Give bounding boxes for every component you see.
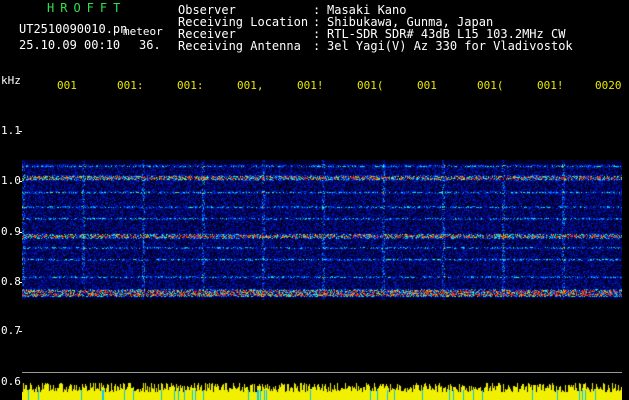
x-tick-label: 001 xyxy=(57,79,77,92)
antenna-colon: : xyxy=(313,39,321,53)
baseline-line xyxy=(22,372,622,373)
y-axis-unit: kHz xyxy=(1,74,21,87)
y-tick-label: 0.6 xyxy=(1,375,21,388)
x-tick-label: 001 xyxy=(417,79,437,92)
x-tick-label: 001! xyxy=(537,79,564,92)
antenna-label: Receiving Antenna xyxy=(178,39,301,53)
x-tick-label: 001! xyxy=(297,79,324,92)
x-tick-label: 001( xyxy=(477,79,504,92)
x-tick-label: 001: xyxy=(117,79,144,92)
y-tick-label: 0.7 xyxy=(1,324,21,337)
app-title: HROFFT xyxy=(47,1,127,15)
signal-level-strip xyxy=(22,375,622,400)
antenna-value: 3el Yagi(V) Az 330 for Vladivostok xyxy=(327,39,573,53)
y-tick-label: 1.1 xyxy=(1,124,21,137)
y-tick-label: 0.8 xyxy=(1,275,21,288)
waterfall-spectrogram xyxy=(22,160,622,300)
x-tick-label: 001: xyxy=(177,79,204,92)
y-tick-label: 0.9 xyxy=(1,225,21,238)
filename-label: UT2510090010.pn xyxy=(19,22,128,36)
y-tick-label: 1.0 xyxy=(1,174,21,187)
x-tick-label: 001( xyxy=(357,79,384,92)
x-tick-label: 001, xyxy=(237,79,264,92)
count-label: 36. xyxy=(139,38,161,52)
x-tick-label: 0020 xyxy=(595,79,622,92)
meteor-label: meteor xyxy=(123,25,163,38)
datetime-label: 25.10.09 00:10 xyxy=(19,38,121,52)
